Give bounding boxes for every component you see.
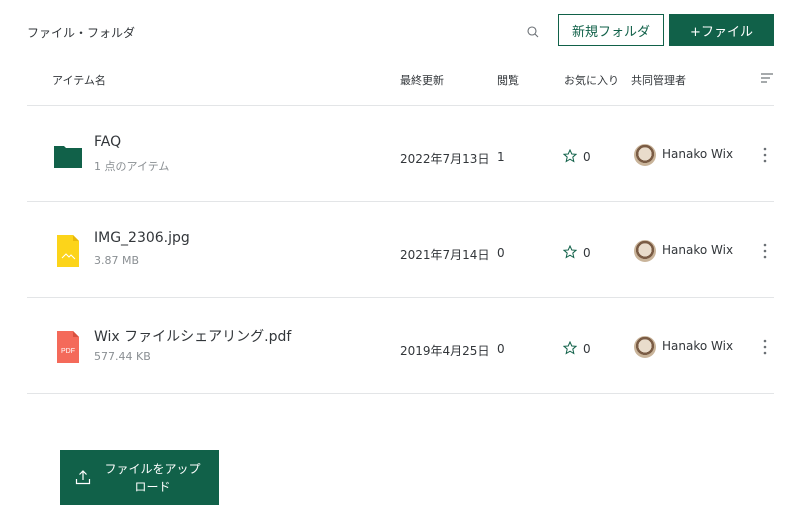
star-icon[interactable] bbox=[563, 245, 577, 259]
modified-date: 2022年7月13日 bbox=[400, 152, 490, 166]
avatar bbox=[634, 336, 656, 358]
view-count: 0 bbox=[497, 342, 505, 356]
co-admin-name: Hanako Wix bbox=[662, 243, 734, 257]
table-row[interactable]: FAQ 1 点のアイテム 2022年7月13日 1 0 Hanako Wix bbox=[27, 106, 774, 202]
item-name[interactable]: IMG_2306.jpg bbox=[94, 230, 190, 246]
avatar bbox=[634, 240, 656, 262]
image-file-icon bbox=[57, 235, 79, 267]
add-file-button[interactable]: +ファイル bbox=[669, 14, 774, 46]
modified-date: 2019年4月25日 bbox=[400, 344, 490, 358]
view-count: 1 bbox=[497, 150, 505, 164]
table-header: アイテム名 最終更新 閲覧 お気に入り 共同管理者 bbox=[27, 60, 774, 106]
upload-icon bbox=[75, 470, 91, 485]
item-name[interactable]: FAQ bbox=[94, 134, 121, 150]
star-icon[interactable] bbox=[563, 149, 577, 163]
more-options-icon[interactable] bbox=[762, 338, 768, 356]
upload-file-label: ファイルをアップ ロード bbox=[100, 460, 205, 496]
item-meta: 1 点のアイテム bbox=[94, 160, 170, 173]
table-row[interactable]: IMG_2306.jpg 3.87 MB 2021年7月14日 0 0 Hana… bbox=[27, 202, 774, 298]
upload-label-line-1: ファイルをアップ bbox=[104, 462, 201, 476]
more-options-icon[interactable] bbox=[762, 242, 768, 260]
favorite-count: 0 bbox=[583, 342, 591, 356]
item-meta: 577.44 KB bbox=[94, 350, 151, 363]
favorite-count: 0 bbox=[583, 246, 591, 260]
column-header-co-admins[interactable]: 共同管理者 bbox=[631, 72, 686, 88]
upload-file-button[interactable]: ファイルをアップ ロード bbox=[60, 450, 219, 505]
column-header-name[interactable]: アイテム名 bbox=[52, 72, 106, 88]
co-admin-name: Hanako Wix bbox=[662, 147, 734, 161]
more-options-icon[interactable] bbox=[762, 146, 768, 164]
star-icon[interactable] bbox=[563, 341, 577, 355]
item-meta: 3.87 MB bbox=[94, 254, 140, 267]
upload-label-line-2: ロード bbox=[134, 480, 171, 494]
item-name[interactable]: Wix ファイルシェアリング.pdf bbox=[94, 326, 291, 346]
new-folder-button[interactable]: 新規フォルダ bbox=[558, 14, 664, 46]
sort-icon[interactable] bbox=[760, 71, 774, 85]
search-icon[interactable] bbox=[526, 25, 540, 39]
favorite-count: 0 bbox=[583, 150, 591, 164]
top-bar: ファイル・フォルダ 新規フォルダ +ファイル bbox=[0, 0, 800, 60]
folder-icon bbox=[54, 146, 82, 168]
table-row[interactable]: PDF Wix ファイルシェアリング.pdf 577.44 KB 2019年4月… bbox=[27, 298, 774, 394]
modified-date: 2021年7月14日 bbox=[400, 248, 490, 262]
column-header-views[interactable]: 閲覧 bbox=[497, 72, 519, 88]
view-count: 0 bbox=[497, 246, 505, 260]
avatar bbox=[634, 144, 656, 166]
pdf-icon-label: PDF bbox=[61, 348, 75, 355]
column-header-favorites[interactable]: お気に入り bbox=[564, 72, 619, 88]
pdf-file-icon: PDF bbox=[57, 331, 79, 363]
column-header-modified[interactable]: 最終更新 bbox=[400, 72, 444, 88]
co-admin-name: Hanako Wix bbox=[662, 339, 734, 353]
breadcrumb[interactable]: ファイル・フォルダ bbox=[27, 24, 135, 41]
